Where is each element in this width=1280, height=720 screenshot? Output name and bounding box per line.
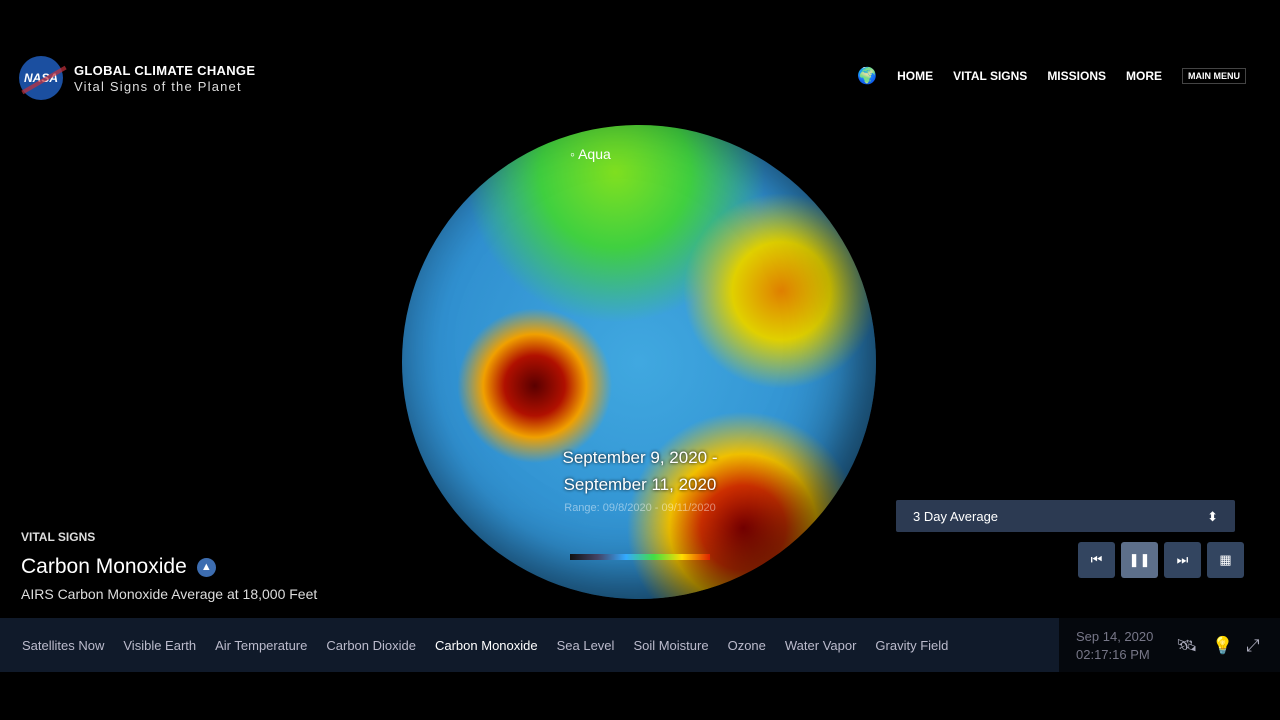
tab-satellites-now[interactable]: Satellites Now (22, 638, 104, 653)
skip-back-icon[interactable]: ⏮ (1078, 542, 1115, 578)
color-scale-legend (570, 554, 710, 560)
tab-soil-moisture[interactable]: Soil Moisture (633, 638, 708, 653)
tab-visible-earth[interactable]: Visible Earth (123, 638, 196, 653)
date-line-1: September 9, 2020 - (562, 448, 718, 467)
playback-controls: ⏮ ❚❚ ⏭ ▦ (1078, 542, 1244, 578)
site-title: GLOBAL CLIMATE CHANGE (74, 62, 256, 78)
pause-icon[interactable]: ❚❚ (1121, 542, 1158, 578)
clock-time: 02:17:16 PM (1076, 647, 1150, 662)
range-label: Range: 09/8/2020 - 09/11/2020 (564, 502, 716, 514)
fullscreen-icon[interactable]: ⤢ (1246, 636, 1260, 656)
updown-icon: ⬍ (1207, 509, 1218, 524)
nav-more[interactable]: MORE (1126, 69, 1162, 83)
tab-carbon-dioxide[interactable]: Carbon Dioxide (326, 638, 416, 653)
main-menu-button[interactable]: MAIN MENU (1182, 68, 1246, 84)
nav-home[interactable]: HOME (897, 69, 933, 83)
top-nav: 🌍 HOME VITAL SIGNS MISSIONS MORE MAIN ME… (857, 66, 1246, 86)
calendar-icon[interactable]: ▦ (1207, 542, 1244, 578)
tab-carbon-monoxide[interactable]: Carbon Monoxide (435, 638, 538, 653)
nasa-logo[interactable]: NASA GLOBAL CLIMATE CHANGE Vital Signs o… (19, 56, 255, 100)
date-range-label: September 9, 2020 - September 11, 2020 (540, 444, 740, 498)
dataset-title: Carbon Monoxide ▲ (21, 555, 216, 579)
chevron-up-icon[interactable]: ▲ (196, 557, 216, 577)
average-select[interactable]: 3 Day Average ⬍ (896, 500, 1235, 532)
globe-icon[interactable]: 🌍 (857, 66, 877, 86)
satellite-icon[interactable]: 🛰 (1176, 636, 1198, 656)
lightbulb-icon[interactable]: 💡 (1212, 636, 1233, 656)
date-line-2: September 11, 2020 (563, 475, 717, 494)
site-subtitle: Vital Signs of the Planet (74, 78, 242, 94)
satellite-name: Aqua (578, 146, 611, 162)
tab-gravity-field[interactable]: Gravity Field (875, 638, 948, 653)
tab-water-vapor[interactable]: Water Vapor (785, 638, 857, 653)
earth-globe[interactable] (402, 125, 876, 599)
nav-vital-signs[interactable]: VITAL SIGNS (953, 69, 1027, 83)
skip-forward-icon[interactable]: ⏭ (1164, 542, 1201, 578)
dataset-name: Carbon Monoxide (21, 555, 187, 578)
clock-date: Sep 14, 2020 (1076, 629, 1154, 644)
dataset-subtitle: AIRS Carbon Monoxide Average at 18,000 F… (21, 586, 318, 602)
dataset-bar: Satellites Now Visible Earth Air Tempera… (0, 618, 1059, 672)
clock: Sep 14, 2020 02:17:16 PM (1076, 628, 1153, 664)
satellite-label[interactable]: ◦ Aqua (570, 146, 611, 162)
tab-sea-level[interactable]: Sea Level (557, 638, 615, 653)
nasa-meatball-icon: NASA (19, 56, 63, 100)
section-label: VITAL SIGNS (21, 530, 96, 544)
average-value: 3 Day Average (913, 509, 999, 524)
tab-air-temperature[interactable]: Air Temperature (215, 638, 307, 653)
nav-missions[interactable]: MISSIONS (1047, 69, 1106, 83)
tab-ozone[interactable]: Ozone (728, 638, 766, 653)
